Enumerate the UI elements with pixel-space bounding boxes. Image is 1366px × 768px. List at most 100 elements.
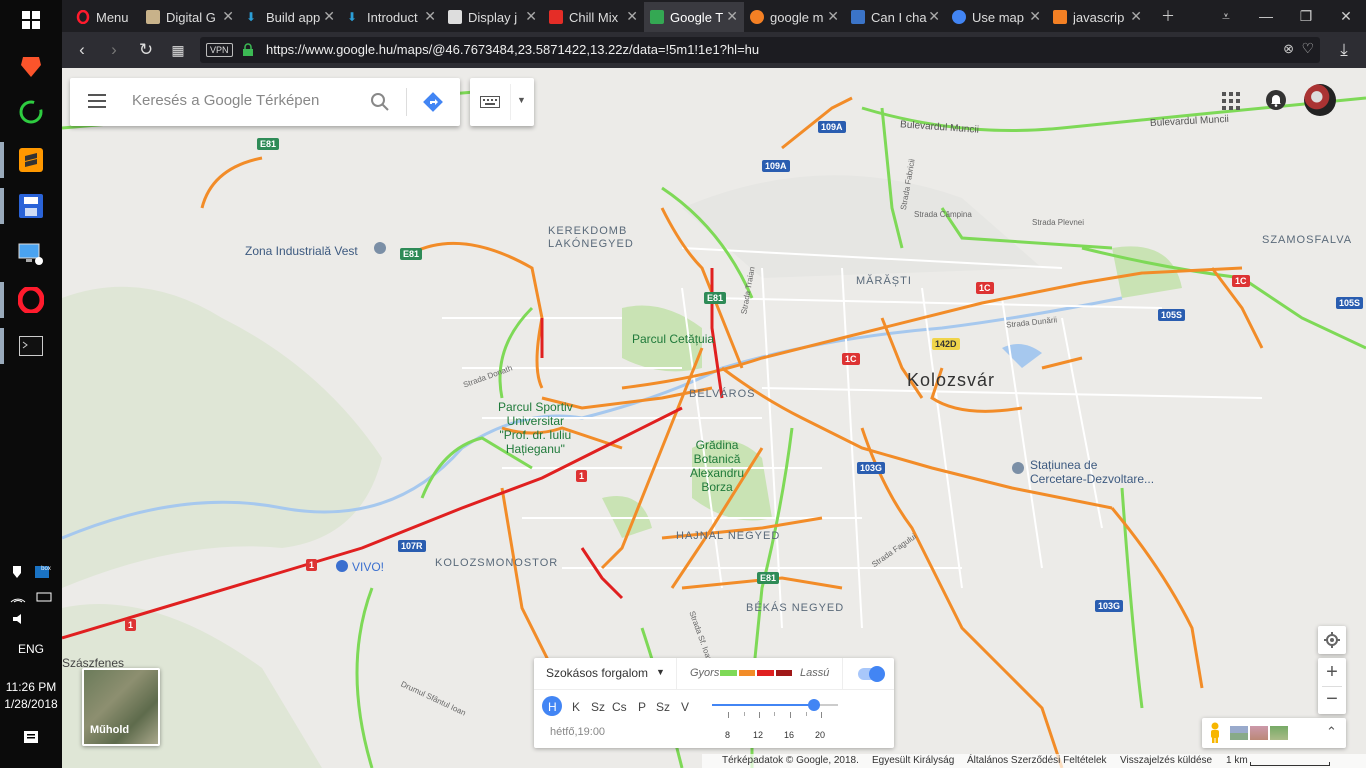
close-tab-icon[interactable]: ✕ (424, 8, 436, 25)
chevron-down-icon[interactable]: ▼ (517, 95, 526, 105)
close-window-icon[interactable]: ✕ (1326, 0, 1366, 32)
action-center-icon[interactable] (0, 730, 62, 749)
park-label[interactable]: Parcul Sportiv Universitar "Prof. dr. Iu… (498, 400, 573, 456)
day-button[interactable]: Cs (612, 700, 627, 714)
forward-icon[interactable]: › (104, 40, 124, 60)
apps-grid-icon[interactable] (1222, 92, 1240, 110)
day-button[interactable]: Sz (591, 700, 605, 714)
vpn-badge[interactable]: VPN (206, 43, 233, 57)
notifications-icon[interactable] (1266, 90, 1286, 110)
new-tab-icon[interactable]: ＋ (1148, 0, 1188, 32)
park-label[interactable]: Grădina Botanică Alexandru Borza (690, 438, 744, 494)
imagery-thumb[interactable] (1250, 726, 1268, 740)
tab-4[interactable]: Chill Mix ✕ (543, 2, 644, 32)
time-slider-thumb[interactable] (808, 699, 821, 711)
wifi-battery-icons[interactable] (0, 590, 62, 607)
time-slider-track[interactable] (712, 699, 838, 711)
poi-statiunea-label[interactable]: Stațiunea de Cercetare-Dezvoltare... (1030, 458, 1154, 486)
close-tab-icon[interactable]: ✕ (1130, 8, 1142, 25)
tab-0[interactable]: Digital G ✕ (140, 2, 240, 32)
active-indicator (0, 188, 4, 224)
clock-time[interactable]: 11:26 PM (0, 680, 62, 694)
download-icon[interactable]: ⤓ (1334, 40, 1354, 60)
hamburger-menu-icon[interactable] (88, 94, 106, 108)
zoom-out-icon[interactable]: − (1318, 686, 1346, 714)
day-button[interactable]: H (548, 700, 557, 714)
map-canvas[interactable]: E81 E81 E81 E81 109A 109A 1C 1C 1C 142D … (62, 68, 1366, 768)
day-button[interactable]: Sz (656, 700, 670, 714)
search-icon[interactable] (370, 92, 390, 112)
brave-icon[interactable] (15, 50, 47, 82)
reload-icon[interactable]: ↻ (136, 40, 156, 60)
close-tab-icon[interactable]: ✕ (525, 8, 537, 25)
close-tab-icon[interactable]: ✕ (626, 8, 638, 25)
windows-start-icon[interactable] (15, 4, 47, 36)
park-label[interactable]: Parcul Cetățuia (632, 332, 714, 346)
language-indicator[interactable]: ENG (0, 642, 62, 656)
region-link[interactable]: Egyesült Királyság (872, 755, 954, 766)
imagery-thumb[interactable] (1230, 726, 1248, 740)
day-button[interactable]: V (681, 700, 689, 714)
time-slider-fill (712, 704, 815, 706)
tab-7[interactable]: Can I cha ✕ (845, 2, 946, 32)
shopping-pin-icon[interactable] (336, 560, 348, 572)
opera-icon[interactable] (15, 284, 47, 316)
traffic-toggle[interactable] (858, 666, 885, 682)
poi-pin-icon[interactable] (1012, 462, 1024, 474)
tick-marks (712, 712, 838, 718)
tab-9[interactable]: javascrip ✕ (1047, 2, 1148, 32)
tab-menu-icon[interactable]: ⩡ (1206, 0, 1246, 32)
close-tab-icon[interactable]: ✕ (827, 8, 839, 25)
close-tab-icon[interactable]: ✕ (323, 8, 335, 25)
keyboard-button[interactable]: ▼ (470, 78, 534, 126)
terms-link[interactable]: Általános Szerződési Feltételek (967, 755, 1107, 766)
close-tab-icon[interactable]: ✕ (1029, 8, 1041, 25)
restore-icon[interactable]: ❐ (1286, 0, 1326, 32)
road-shield: 142D (932, 338, 960, 350)
feedback-link[interactable]: Visszajelzés küldése (1120, 755, 1212, 766)
tab-6[interactable]: google m ✕ (744, 2, 845, 32)
directions-icon[interactable] (422, 91, 444, 113)
traffic-mode-select[interactable]: Szokásos forgalom (546, 666, 648, 680)
heart-icon[interactable]: ♡ (1301, 40, 1314, 57)
poi-vivo-label[interactable]: VIVO! (352, 560, 384, 574)
tab-3[interactable]: Display j ✕ (442, 2, 543, 32)
refresh-app-icon[interactable] (15, 96, 47, 128)
close-tab-icon[interactable]: ✕ (928, 8, 940, 25)
computer-icon[interactable] (15, 238, 47, 270)
city-label[interactable]: Kolozsvár (907, 370, 995, 391)
back-icon[interactable]: ‹ (72, 40, 92, 60)
terminal-icon[interactable] (15, 330, 47, 362)
tab-1[interactable]: ⬇ Build app ✕ (240, 2, 341, 32)
satellite-toggle[interactable]: Műhold (82, 668, 160, 746)
chevron-down-icon[interactable]: ▼ (656, 667, 665, 677)
lock-icon[interactable] (242, 43, 254, 57)
avatar[interactable] (1304, 84, 1336, 116)
search-input[interactable] (132, 92, 352, 109)
tab-2[interactable]: ⬇ Introduct ✕ (341, 2, 442, 32)
save-app-icon[interactable] (15, 190, 47, 222)
close-tab-icon[interactable]: ✕ (726, 8, 738, 25)
url-text[interactable]: https://www.google.hu/maps/@46.7673484,2… (266, 42, 759, 57)
opera-menu-button[interactable]: Menu (70, 2, 140, 32)
url-field[interactable]: VPN https://www.google.hu/maps/@46.76734… (200, 37, 1320, 63)
my-location-button[interactable] (1318, 626, 1346, 654)
scale-label[interactable]: 1 km (1226, 755, 1248, 766)
poi-zona-label[interactable]: Zona Industrială Vest (245, 244, 358, 258)
clock-date[interactable]: 1/28/2018 (0, 697, 62, 711)
sublime-icon[interactable] (15, 144, 47, 176)
poi-pin-icon[interactable] (374, 242, 386, 254)
minimize-icon[interactable]: — (1246, 0, 1286, 32)
stop-location-icon[interactable]: ⊗ (1283, 41, 1294, 57)
day-button[interactable]: P (638, 700, 646, 714)
day-button[interactable]: K (572, 700, 580, 714)
pegman-icon[interactable] (1208, 722, 1222, 744)
zoom-in-icon[interactable]: + (1318, 658, 1346, 686)
volume-icon[interactable] (0, 612, 62, 629)
expand-icon[interactable]: ⌃ (1326, 724, 1337, 740)
speed-dial-icon[interactable]: ▦ (168, 40, 188, 60)
close-tab-icon[interactable]: ✕ (222, 8, 234, 25)
imagery-thumb[interactable] (1270, 726, 1288, 740)
tab-5[interactable]: Google T ✕ (644, 2, 744, 32)
tab-8[interactable]: Use map ✕ (946, 2, 1047, 32)
